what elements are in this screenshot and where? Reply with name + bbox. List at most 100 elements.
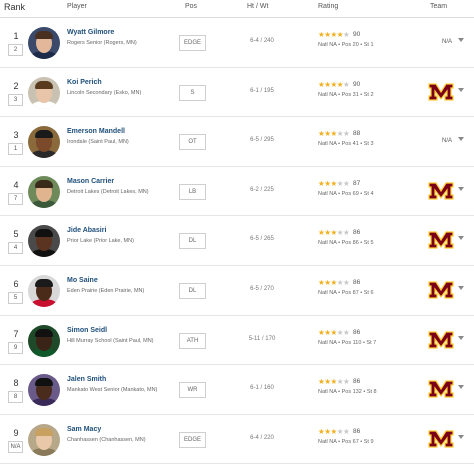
position-badge: DL xyxy=(179,233,206,250)
team-column-header[interactable]: Team xyxy=(430,3,447,10)
state-rank-link[interactable]: St 5 xyxy=(364,240,374,246)
previous-rank-badge: 9 xyxy=(8,341,23,354)
player-name-link[interactable]: Jalen Smith xyxy=(67,376,106,383)
player-name-link[interactable]: Mason Carrier xyxy=(67,178,114,185)
player-avatar[interactable] xyxy=(28,27,60,59)
player-column-header[interactable]: Player xyxy=(67,3,87,10)
chevron-down-icon[interactable] xyxy=(458,335,464,340)
chevron-down-icon[interactable] xyxy=(458,286,464,290)
table-row[interactable]: 6 5 Mo Saine Eden Prairie (Eden Prairie, MN… xyxy=(0,266,474,316)
rating-score: 86 xyxy=(353,279,361,286)
star-rating: ★★★★★ xyxy=(318,178,350,188)
star-empty-icon: ★ xyxy=(342,129,350,139)
minnesota-logo-icon[interactable] xyxy=(428,379,454,399)
table-row[interactable]: 1 2 Wyatt Gilmore Rogers Senior (Rogers, MN… xyxy=(0,18,474,68)
height-weight: 6-5 / 295 xyxy=(250,137,274,144)
player-name-link[interactable]: Koi Perich xyxy=(67,79,102,86)
position-rank-link[interactable]: Pos 87 xyxy=(342,290,359,296)
minnesota-logo-icon[interactable] xyxy=(428,280,454,300)
rank-number: 5 xyxy=(13,229,19,240)
chevron-down-icon[interactable] xyxy=(458,236,464,241)
player-school: Hill Murray School (Saint Paul, MN) xyxy=(67,337,154,344)
minnesota-logo-icon[interactable] xyxy=(428,82,454,102)
previous-rank-badge: 8 xyxy=(8,391,23,404)
rank-column-header[interactable]: Rank xyxy=(4,2,25,12)
state-rank-link[interactable]: St 1 xyxy=(364,42,374,48)
minnesota-logo-icon[interactable] xyxy=(428,230,454,250)
rank-number: 8 xyxy=(13,378,19,389)
state-rank-link[interactable]: St 6 xyxy=(364,290,374,296)
player-avatar[interactable] xyxy=(28,175,60,208)
chevron-down-icon[interactable] xyxy=(458,38,464,42)
avatar-hair xyxy=(35,427,53,436)
state-rank-link[interactable]: St 3 xyxy=(364,141,374,147)
table-row[interactable]: 4 7 Mason Carrier Detroit Lakes (Detroit La… xyxy=(0,167,474,217)
state-rank-link[interactable]: St 4 xyxy=(364,191,374,197)
state-rank-link[interactable]: St 9 xyxy=(364,439,374,445)
table-row[interactable]: 8 8 Jalen Smith Mankato West Senior (Mankat… xyxy=(0,365,474,415)
player-avatar[interactable] xyxy=(28,324,60,357)
htwt-column-header[interactable]: Ht / Wt xyxy=(247,3,268,10)
player-name-link[interactable]: Simon Seidl xyxy=(67,327,107,334)
pos-column-header[interactable]: Pos xyxy=(185,3,197,10)
player-avatar[interactable] xyxy=(28,423,60,456)
star-rating: ★★★★★ xyxy=(318,377,350,387)
position-rank-link[interactable]: Pos 86 xyxy=(342,240,359,246)
minnesota-logo-icon[interactable] xyxy=(428,429,454,449)
state-rank-link[interactable]: St 2 xyxy=(364,92,374,98)
rank-breakdown: Natl NA • Pos 132 • St 8 xyxy=(318,389,377,396)
rating-score: 90 xyxy=(353,80,361,88)
minnesota-logo-icon[interactable] xyxy=(428,330,454,350)
player-avatar[interactable] xyxy=(28,275,60,307)
position-rank-link[interactable]: Pos 20 xyxy=(342,42,359,48)
previous-rank-badge: 5 xyxy=(8,292,23,304)
position-rank-link[interactable]: Pos 69 xyxy=(342,191,359,197)
position-badge: ATH xyxy=(179,332,206,349)
rank-number: 7 xyxy=(13,328,19,339)
player-name-link[interactable]: Sam Macy xyxy=(67,426,101,433)
avatar-hair xyxy=(35,229,53,238)
player-name-link[interactable]: Jide Abasiri xyxy=(67,227,106,234)
table-row[interactable]: 3 1 Emerson Mandell Irondale (Saint Paul, M… xyxy=(0,117,474,167)
position-rank-link[interactable]: Pos 41 xyxy=(342,141,359,147)
state-rank-link[interactable]: St 8 xyxy=(367,389,377,395)
table-row[interactable]: 7 9 Simon Seidl Hill Murray School (Saint P… xyxy=(0,316,474,366)
rank-number: 4 xyxy=(13,179,19,190)
table-row[interactable]: 9 N/A Sam Macy Chanhassen (Chanhassen, MN) E… xyxy=(0,415,474,464)
star-rating: ★★★★★ xyxy=(318,427,350,436)
star-empty-icon: ★ xyxy=(342,178,350,188)
player-avatar[interactable] xyxy=(28,76,60,109)
star-empty-icon: ★ xyxy=(342,377,350,387)
position-badge: EDGE xyxy=(179,431,206,448)
position-rank-link[interactable]: Pos 110 xyxy=(342,340,362,346)
avatar-hair xyxy=(35,279,53,287)
player-avatar[interactable] xyxy=(28,126,60,159)
rating-score: 86 xyxy=(353,328,361,336)
minnesota-logo-icon[interactable] xyxy=(428,181,454,201)
rank-number: 2 xyxy=(13,80,19,91)
state-rank-link[interactable]: St 7 xyxy=(366,340,376,346)
table-row[interactable]: 2 3 Koi Perich Lincoln Secondary (Esko, MN)… xyxy=(0,68,474,118)
position-badge: LB xyxy=(179,183,206,200)
chevron-down-icon[interactable] xyxy=(458,434,464,439)
position-rank-link[interactable]: Pos 132 xyxy=(342,389,362,395)
chevron-down-icon[interactable] xyxy=(458,186,464,191)
rating-column-header[interactable]: Rating xyxy=(318,3,338,10)
national-rank: Natl NA xyxy=(318,42,337,48)
position-rank-link[interactable]: Pos 67 xyxy=(342,439,359,445)
player-name-link[interactable]: Mo Saine xyxy=(67,277,98,284)
player-name-link[interactable]: Wyatt Gilmore xyxy=(67,29,114,36)
table-row[interactable]: 5 4 Jide Abasiri Prior Lake (Prior Lake, MN… xyxy=(0,216,474,266)
chevron-down-icon[interactable] xyxy=(458,385,464,390)
player-avatar[interactable] xyxy=(28,374,60,407)
player-name-link[interactable]: Emerson Mandell xyxy=(67,128,125,135)
player-avatar[interactable] xyxy=(28,225,60,258)
previous-rank-badge: 4 xyxy=(8,242,23,255)
player-school: Rogers Senior (Rogers, MN) xyxy=(67,40,137,46)
recruit-rankings-table: Rank Player Pos Ht / Wt Rating Team 1 2 Wy… xyxy=(0,0,474,464)
position-rank-link[interactable]: Pos 31 xyxy=(342,92,359,98)
height-weight: 6-2 / 225 xyxy=(250,186,274,193)
chevron-down-icon[interactable] xyxy=(458,137,464,142)
avatar-hair xyxy=(35,80,53,89)
chevron-down-icon[interactable] xyxy=(458,87,464,92)
